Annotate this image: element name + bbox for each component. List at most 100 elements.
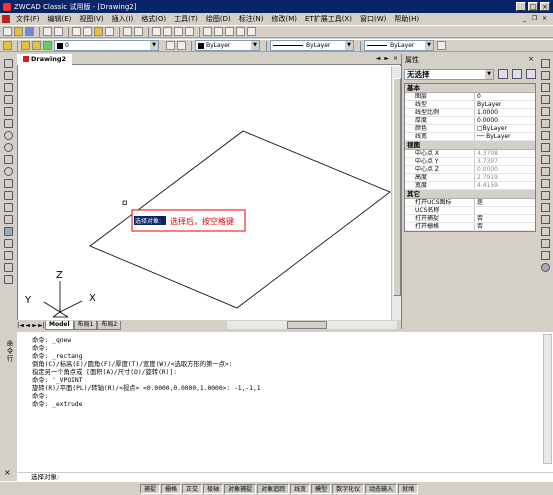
zoom-realtime-icon[interactable] bbox=[163, 27, 172, 36]
property-value[interactable]: ── ByLayer bbox=[475, 133, 511, 140]
zoom-window-icon[interactable] bbox=[174, 27, 183, 36]
hatch-icon[interactable] bbox=[4, 227, 13, 236]
open-icon[interactable] bbox=[14, 27, 23, 36]
close-icon[interactable]: × bbox=[528, 55, 534, 63]
menu-insert[interactable]: 插入(I) bbox=[108, 14, 138, 24]
move-icon[interactable] bbox=[540, 119, 550, 128]
menu-format[interactable]: 格式(O) bbox=[137, 14, 170, 24]
layer-on-icon[interactable] bbox=[21, 41, 30, 50]
copy-icon[interactable] bbox=[83, 27, 92, 36]
property-row[interactable]: 打开UCS图标是 bbox=[405, 199, 535, 207]
rotate-icon[interactable] bbox=[540, 131, 550, 140]
pickadd-icon[interactable] bbox=[498, 69, 508, 79]
save-icon[interactable] bbox=[25, 27, 34, 36]
arc-icon[interactable] bbox=[4, 119, 13, 128]
status-toggle[interactable]: 极轴 bbox=[203, 483, 224, 494]
tab-scroll-left-icon[interactable]: ◄ bbox=[376, 55, 381, 62]
horizontal-scrollbar[interactable] bbox=[227, 321, 397, 329]
fillet-icon[interactable] bbox=[540, 251, 550, 260]
ray-icon[interactable] bbox=[4, 71, 13, 80]
property-row[interactable]: 线型比例 1.0000 bbox=[405, 109, 535, 117]
property-section-header[interactable]: 其它 bbox=[405, 190, 535, 199]
minimize-button[interactable]: _ bbox=[516, 2, 526, 11]
select-objects-icon[interactable] bbox=[512, 69, 522, 79]
property-value[interactable]: 是 bbox=[475, 199, 483, 206]
ellipse-arc-icon[interactable] bbox=[4, 179, 13, 188]
property-value[interactable]: ByLayer bbox=[475, 101, 501, 108]
match-properties-icon[interactable] bbox=[105, 27, 114, 36]
property-row[interactable]: 宽度 4.4159 bbox=[405, 182, 535, 190]
property-row[interactable]: 线型 ByLayer bbox=[405, 101, 535, 109]
horizontal-scroll-thumb[interactable] bbox=[287, 321, 327, 329]
status-toggle[interactable]: 动态输入 bbox=[365, 483, 398, 494]
preview-icon[interactable] bbox=[54, 27, 63, 36]
mirror-icon[interactable] bbox=[540, 83, 550, 92]
properties-icon[interactable] bbox=[203, 27, 212, 36]
doc-restore-button[interactable]: ❐ bbox=[530, 14, 539, 23]
cut-icon[interactable] bbox=[72, 27, 81, 36]
property-value[interactable]: 0.0000 bbox=[475, 166, 498, 173]
plot-style-icon[interactable] bbox=[437, 41, 446, 50]
first-tab-icon[interactable]: |◄ bbox=[17, 322, 24, 329]
grip-point[interactable] bbox=[122, 200, 127, 205]
menu-help[interactable]: 帮助(H) bbox=[390, 14, 423, 24]
property-row[interactable]: 中心点 X 4.3708 bbox=[405, 150, 535, 158]
lineweight-combo[interactable]: ByLayer ▼ bbox=[364, 40, 434, 51]
status-toggle[interactable]: 模型 bbox=[311, 483, 332, 494]
array-icon[interactable] bbox=[540, 107, 550, 116]
calculator-icon[interactable] bbox=[236, 27, 245, 36]
new-icon[interactable] bbox=[3, 27, 12, 36]
property-value[interactable]: 2.7919 bbox=[475, 174, 498, 181]
join-icon[interactable] bbox=[540, 227, 550, 236]
prev-tab-icon[interactable]: ◄ bbox=[24, 322, 31, 329]
explode-icon[interactable] bbox=[540, 263, 550, 272]
vertical-scroll-thumb[interactable] bbox=[393, 78, 401, 296]
tab-layout1[interactable]: 布局1 bbox=[73, 320, 98, 330]
mtext-icon[interactable] bbox=[4, 263, 13, 272]
close-icon[interactable]: × bbox=[4, 468, 11, 477]
offset-icon[interactable] bbox=[540, 95, 550, 104]
menu-modify[interactable]: 修改(M) bbox=[267, 14, 301, 24]
tab-layout2[interactable]: 布局2 bbox=[97, 320, 122, 330]
status-toggle[interactable]: 捕捉 bbox=[140, 483, 161, 494]
linetype-combo[interactable]: ByLayer ▼ bbox=[270, 40, 354, 51]
status-toggle[interactable]: 栅格 bbox=[161, 483, 182, 494]
property-value[interactable]: □ByLayer bbox=[475, 125, 507, 132]
tab-model[interactable]: Model bbox=[45, 320, 74, 330]
property-value[interactable] bbox=[475, 207, 477, 214]
redo-icon[interactable] bbox=[134, 27, 143, 36]
status-toggle[interactable]: 就绪 bbox=[398, 483, 419, 494]
break-icon[interactable] bbox=[540, 215, 550, 224]
lengthen-icon[interactable] bbox=[540, 167, 550, 176]
property-value[interactable]: 1.0000 bbox=[475, 109, 498, 116]
property-value[interactable]: 4.3708 bbox=[475, 150, 498, 157]
menu-tools[interactable]: 工具(T) bbox=[170, 14, 202, 24]
tool-palettes-icon[interactable] bbox=[225, 27, 234, 36]
command-scrollbar[interactable] bbox=[543, 334, 552, 464]
scale-icon[interactable] bbox=[540, 143, 550, 152]
spline-icon[interactable] bbox=[4, 155, 13, 164]
menu-edit[interactable]: 编辑(E) bbox=[44, 14, 76, 24]
chamfer-icon[interactable] bbox=[540, 239, 550, 248]
selection-dropdown[interactable]: 无选择 ▼ bbox=[404, 68, 494, 80]
polyline-icon[interactable] bbox=[4, 83, 13, 92]
property-row[interactable]: 打开栅格否 bbox=[405, 223, 535, 231]
ellipse-icon[interactable] bbox=[4, 167, 13, 176]
property-value[interactable]: 4.4159 bbox=[475, 182, 498, 189]
design-center-icon[interactable] bbox=[214, 27, 223, 36]
tab-drawing2[interactable]: Drawing2 bbox=[17, 53, 73, 65]
next-tab-icon[interactable]: ► bbox=[31, 322, 38, 329]
property-value[interactable]: 3.7397 bbox=[475, 158, 498, 165]
stretch-icon[interactable] bbox=[540, 155, 550, 164]
maximize-button[interactable]: □ bbox=[528, 2, 538, 11]
status-toggle[interactable]: 数字化仪 bbox=[332, 483, 365, 494]
erase-icon[interactable] bbox=[540, 59, 550, 68]
layer-freeze-icon[interactable] bbox=[32, 41, 41, 50]
color-combo[interactable]: ByLayer ▼ bbox=[195, 40, 260, 51]
property-row[interactable]: 颜色 □ByLayer bbox=[405, 125, 535, 133]
property-value[interactable]: 0 bbox=[475, 93, 481, 100]
status-toggle[interactable]: 对象追踪 bbox=[257, 483, 290, 494]
break-at-point-icon[interactable] bbox=[540, 203, 550, 212]
quick-select-icon[interactable] bbox=[526, 69, 536, 79]
drawing-canvas[interactable]: 选择对象: 选择后，按空格键 Z Y X bbox=[18, 55, 402, 330]
